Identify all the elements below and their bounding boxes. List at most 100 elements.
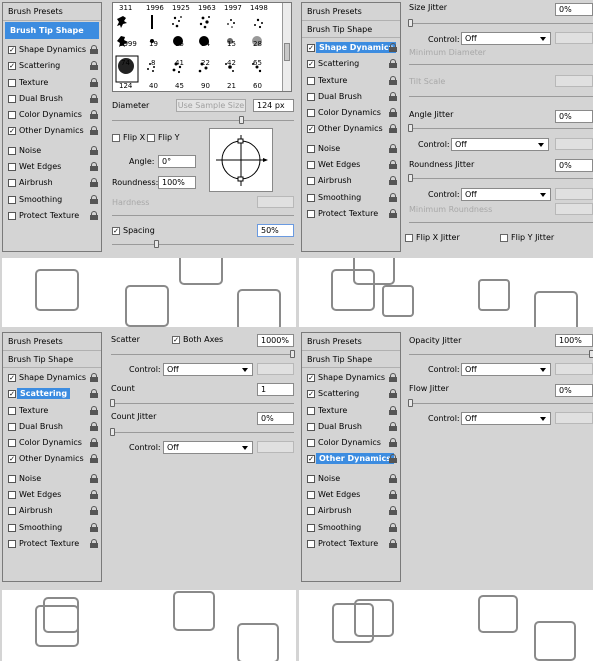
sidebar-item-other-dynamics[interactable]: ✓ Other Dynamics <box>3 123 101 139</box>
lock-icon[interactable] <box>90 145 98 155</box>
flip-x-checkbox[interactable] <box>112 134 120 142</box>
lock-icon[interactable] <box>389 522 397 532</box>
lock-icon[interactable] <box>90 110 98 120</box>
brush-tip-shape-item[interactable]: Brush Tip Shape <box>302 351 400 368</box>
sidebar-item-texture[interactable]: Texture <box>3 403 101 419</box>
scattering-checkbox[interactable]: ✓ <box>307 60 315 69</box>
spacing-field[interactable]: 50% <box>257 224 294 237</box>
sidebar-item-wet-edges[interactable]: Wet Edges <box>302 487 400 503</box>
sidebar-item-color-dynamics[interactable]: Color Dynamics <box>3 435 101 451</box>
lock-icon[interactable] <box>389 91 397 101</box>
color-dynamics-checkbox[interactable] <box>307 109 315 118</box>
brush-tip-shape-item[interactable]: Brush Tip Shape <box>302 21 400 38</box>
smoothing-checkbox[interactable] <box>307 193 315 202</box>
lock-icon[interactable] <box>90 389 98 399</box>
lock-icon[interactable] <box>389 506 397 516</box>
lock-icon[interactable] <box>90 61 98 71</box>
lock-icon[interactable] <box>389 538 397 548</box>
noise-checkbox[interactable] <box>8 474 16 483</box>
sidebar-item-other-dynamics[interactable]: ✓ Other Dynamics <box>3 451 101 467</box>
lock-icon[interactable] <box>90 178 98 188</box>
lock-icon[interactable] <box>389 373 397 382</box>
angle-jitter-slider-track[interactable] <box>409 128 593 129</box>
sidebar-item-smoothing[interactable]: Smoothing <box>3 192 101 208</box>
lock-icon[interactable] <box>90 126 98 136</box>
shape-dynamics-checkbox[interactable]: ✓ <box>307 374 315 382</box>
color-dynamics-checkbox[interactable] <box>8 111 16 120</box>
lock-icon[interactable] <box>389 59 397 69</box>
flow-jitter-slider-knob[interactable] <box>408 399 413 407</box>
flip-y-jitter-checkbox[interactable] <box>500 234 508 242</box>
texture-checkbox[interactable] <box>8 406 16 415</box>
dual-brush-checkbox[interactable] <box>307 422 315 431</box>
noise-checkbox[interactable] <box>8 146 16 155</box>
sidebar-item-shape-dynamics[interactable]: ✓ Shape Dynamics <box>302 40 400 56</box>
tip-grid-scrollbar[interactable] <box>282 3 291 91</box>
airbrush-checkbox[interactable] <box>307 177 315 186</box>
protect-texture-checkbox[interactable] <box>307 209 315 218</box>
sidebar-item-other-dynamics[interactable]: ✓ Other Dynamics <box>302 121 400 137</box>
sidebar-item-dual-brush[interactable]: Dual Brush <box>302 419 400 435</box>
smoothing-checkbox[interactable] <box>307 523 315 532</box>
lock-icon[interactable] <box>389 421 397 431</box>
lock-icon[interactable] <box>389 473 397 483</box>
sidebar-item-wet-edges[interactable]: Wet Edges <box>3 159 101 175</box>
lock-icon[interactable] <box>389 389 397 399</box>
diameter-field[interactable]: 124 px <box>253 99 294 112</box>
lock-icon[interactable] <box>90 473 98 483</box>
sidebar-item-color-dynamics[interactable]: Color Dynamics <box>302 435 400 451</box>
sidebar-item-wet-edges[interactable]: Wet Edges <box>302 157 400 173</box>
sidebar-item-airbrush[interactable]: Airbrush <box>3 175 101 191</box>
sidebar-item-shape-dynamics[interactable]: ✓ Shape Dynamics <box>3 42 101 58</box>
roundness-jitter-slider-track[interactable] <box>409 178 593 179</box>
lock-icon[interactable] <box>90 77 98 87</box>
sidebar-item-color-dynamics[interactable]: Color Dynamics <box>3 107 101 123</box>
opacity-jitter-slider-knob[interactable] <box>589 350 593 358</box>
roundness-control-dropdown[interactable]: Off <box>461 188 551 201</box>
wet-edges-checkbox[interactable] <box>307 161 315 170</box>
sidebar-item-texture[interactable]: Texture <box>302 73 400 89</box>
opacity-control-dropdown[interactable]: Off <box>461 363 551 376</box>
lock-icon[interactable] <box>90 454 98 464</box>
other-dynamics-checkbox[interactable]: ✓ <box>307 125 315 134</box>
lock-icon[interactable] <box>90 45 98 54</box>
scatter-control-dropdown[interactable]: Off <box>163 363 253 376</box>
sidebar-item-protect-texture[interactable]: Protect Texture <box>302 206 400 222</box>
shape-dynamics-checkbox[interactable]: ✓ <box>8 374 16 382</box>
lock-icon[interactable] <box>389 176 397 186</box>
spacing-checkbox[interactable]: ✓ <box>112 227 120 235</box>
size-jitter-field[interactable]: 0% <box>555 3 593 16</box>
smoothing-checkbox[interactable] <box>8 523 16 532</box>
brush-presets-item[interactable]: Brush Presets <box>302 3 400 21</box>
size-jitter-slider-knob[interactable] <box>408 19 413 27</box>
scatter-slider-track[interactable] <box>111 354 294 355</box>
lock-icon[interactable] <box>389 208 397 218</box>
scattering-checkbox[interactable]: ✓ <box>307 390 315 399</box>
noise-checkbox[interactable] <box>307 474 315 483</box>
sidebar-item-protect-texture[interactable]: Protect Texture <box>3 208 101 224</box>
diameter-slider-track[interactable] <box>112 120 294 121</box>
brush-tip-shape-item[interactable]: Brush Tip Shape <box>5 22 99 39</box>
sidebar-item-other-dynamics[interactable]: ✓ Other Dynamics <box>302 451 400 467</box>
wet-edges-checkbox[interactable] <box>307 491 315 500</box>
lock-icon[interactable] <box>90 506 98 516</box>
shape-dynamics-checkbox[interactable]: ✓ <box>307 44 315 52</box>
roundness-jitter-slider-knob[interactable] <box>408 174 413 182</box>
protect-texture-checkbox[interactable] <box>8 539 16 548</box>
shape-dynamics-checkbox[interactable]: ✓ <box>8 46 16 54</box>
roundness-field[interactable]: 100% <box>158 176 196 189</box>
sidebar-item-scattering[interactable]: ✓ Scattering <box>3 386 101 402</box>
sidebar-item-scattering[interactable]: ✓ Scattering <box>3 58 101 74</box>
lock-icon[interactable] <box>90 405 98 415</box>
lock-icon[interactable] <box>389 192 397 202</box>
angle-jitter-field[interactable]: 0% <box>555 110 593 123</box>
dual-brush-checkbox[interactable] <box>307 92 315 101</box>
sidebar-item-smoothing[interactable]: Smoothing <box>302 520 400 536</box>
lock-icon[interactable] <box>389 75 397 85</box>
sidebar-item-dual-brush[interactable]: Dual Brush <box>302 89 400 105</box>
sidebar-item-shape-dynamics[interactable]: ✓ Shape Dynamics <box>3 370 101 386</box>
lock-icon[interactable] <box>90 490 98 500</box>
color-dynamics-checkbox[interactable] <box>8 439 16 448</box>
lock-icon[interactable] <box>90 373 98 382</box>
sidebar-item-scattering[interactable]: ✓ Scattering <box>302 56 400 72</box>
